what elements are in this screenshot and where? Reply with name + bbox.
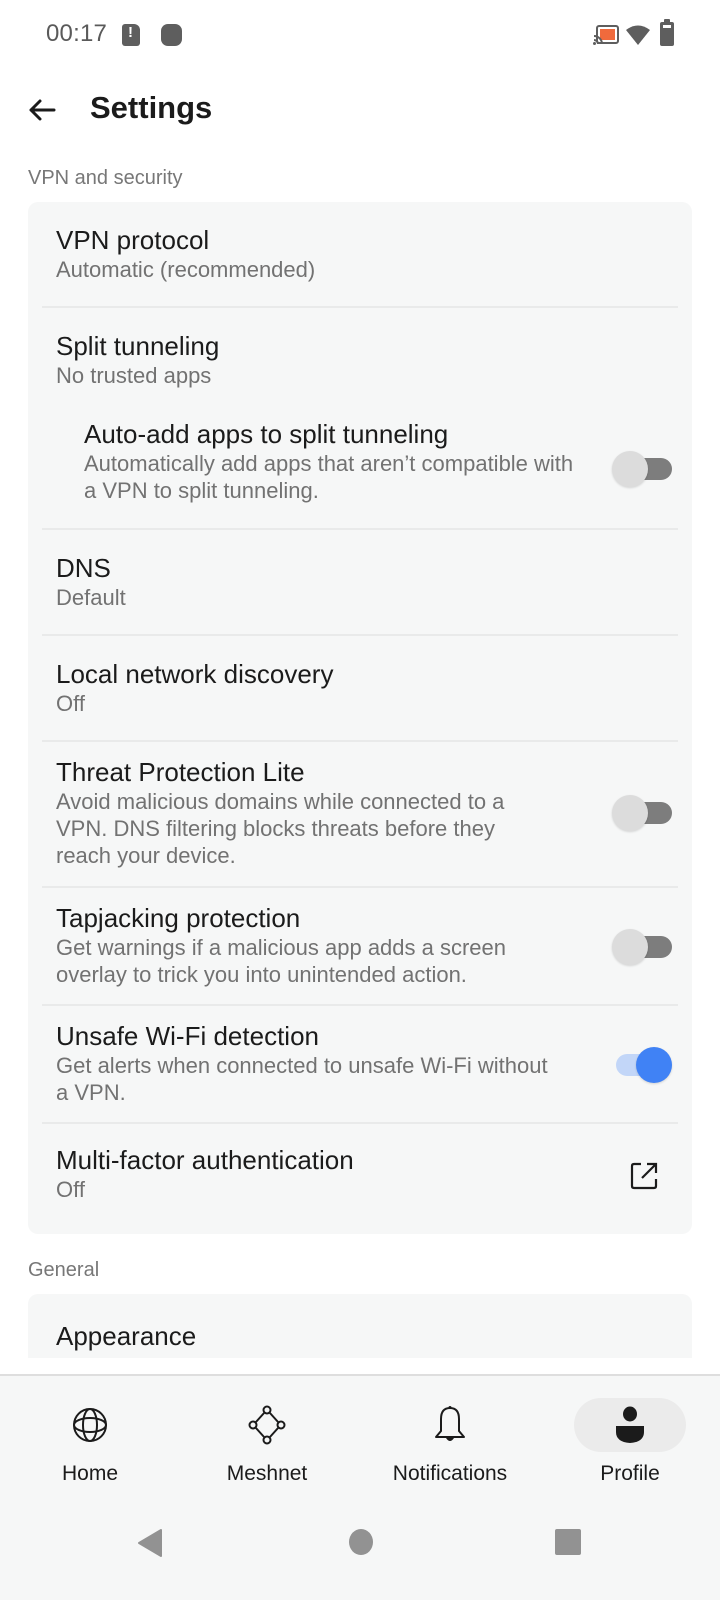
bottom-navigation: Home Meshnet Notifications Profile	[0, 1374, 720, 1488]
setting-auto-add-split-tunneling[interactable]: Auto-add apps to split tunneling Automat…	[42, 406, 678, 530]
nav-label: Meshnet	[226, 1462, 308, 1485]
recents-square-icon[interactable]	[554, 1528, 582, 1556]
section-label-general: General	[28, 1259, 100, 1281]
nav-label: Home	[61, 1462, 119, 1485]
general-card: Appearance	[28, 1294, 692, 1358]
auto-add-toggle[interactable]	[612, 448, 672, 488]
setting-description: Get alerts when connected to unsafe Wi-F…	[56, 1053, 548, 1105]
app-header: Settings	[0, 70, 720, 154]
section-label-vpn-security: VPN and security	[28, 167, 183, 189]
setting-title: VPN protocol	[56, 225, 210, 255]
setting-value: Off	[56, 691, 85, 716]
bell-icon	[435, 1406, 465, 1441]
setting-appearance[interactable]: Appearance	[42, 1294, 678, 1358]
setting-value: Automatic (recommended)	[56, 257, 316, 282]
setting-value: Default	[56, 585, 126, 610]
unsafe-wifi-toggle[interactable]	[612, 1044, 672, 1084]
setting-tapjacking-protection[interactable]: Tapjacking protection Get warnings if a …	[42, 888, 678, 1006]
external-link-icon[interactable]	[628, 1160, 660, 1192]
setting-unsafe-wifi-detection[interactable]: Unsafe Wi-Fi detection Get alerts when c…	[42, 1006, 678, 1124]
setting-title: Appearance	[56, 1321, 197, 1351]
wifi-icon	[626, 25, 650, 45]
back-triangle-icon[interactable]	[137, 1528, 163, 1558]
battery-icon	[660, 19, 674, 46]
setting-description: Avoid malicious domains while connected …	[56, 789, 505, 868]
setting-title: Tapjacking protection	[56, 903, 301, 933]
setting-title: Local network discovery	[56, 659, 334, 689]
nav-home[interactable]: Home	[0, 1376, 180, 1490]
setting-local-network-discovery[interactable]: Local network discovery Off	[42, 636, 678, 742]
setting-threat-protection-lite[interactable]: Threat Protection Lite Avoid malicious d…	[42, 742, 678, 888]
cast-icon	[593, 25, 619, 45]
shield-icon	[161, 24, 182, 46]
threat-protection-toggle[interactable]	[612, 792, 672, 832]
person-icon	[616, 1406, 644, 1443]
nav-icon-container	[394, 1398, 506, 1452]
back-button[interactable]	[22, 90, 62, 130]
globe-icon	[73, 1408, 107, 1442]
setting-dns[interactable]: DNS Default	[42, 530, 678, 636]
nav-label: Profile	[600, 1462, 660, 1485]
system-navigation-bar	[0, 1488, 720, 1600]
nav-label: Notifications	[392, 1462, 508, 1485]
setting-split-tunneling[interactable]: Split tunneling No trusted apps	[42, 308, 678, 406]
setting-title: DNS	[56, 553, 111, 583]
toggle-thumb	[612, 929, 648, 965]
settings-scroll-area[interactable]: VPN and security VPN protocol Automatic …	[0, 154, 720, 1358]
setting-description: Get warnings if a malicious app adds a s…	[56, 935, 507, 987]
setting-title: Multi-factor authentication	[56, 1145, 354, 1175]
sim-alert-icon	[122, 24, 140, 46]
nav-meshnet[interactable]: Meshnet	[177, 1376, 357, 1490]
setting-title: Threat Protection Lite	[56, 757, 305, 787]
nav-notifications[interactable]: Notifications	[360, 1376, 540, 1490]
page-title: Settings	[90, 90, 213, 125]
arrow-left-icon	[29, 99, 56, 121]
tapjacking-toggle[interactable]	[612, 926, 672, 966]
setting-value: No trusted apps	[56, 363, 212, 388]
status-bar: 00:17	[0, 0, 720, 70]
setting-title: Split tunneling	[56, 331, 220, 361]
setting-vpn-protocol[interactable]: VPN protocol Automatic (recommended)	[42, 202, 678, 308]
nav-icon-container	[34, 1398, 146, 1452]
home-circle-icon[interactable]	[348, 1528, 374, 1556]
setting-value: Off	[56, 1177, 85, 1202]
toggle-thumb	[636, 1047, 672, 1083]
nav-icon-container	[211, 1398, 323, 1452]
nav-icon-container	[574, 1398, 686, 1452]
meshnet-icon	[248, 1405, 286, 1445]
setting-title: Unsafe Wi-Fi detection	[56, 1021, 319, 1051]
setting-title: Auto-add apps to split tunneling	[84, 419, 449, 449]
status-time: 00:17	[46, 20, 108, 47]
vpn-security-card: VPN protocol Automatic (recommended) Spl…	[28, 202, 692, 1234]
toggle-thumb	[612, 795, 648, 831]
toggle-thumb	[612, 451, 648, 487]
setting-description: Automatically add apps that aren’t compa…	[84, 451, 574, 503]
setting-multi-factor-authentication[interactable]: Multi-factor authentication Off	[42, 1124, 678, 1228]
nav-profile[interactable]: Profile	[540, 1376, 720, 1490]
